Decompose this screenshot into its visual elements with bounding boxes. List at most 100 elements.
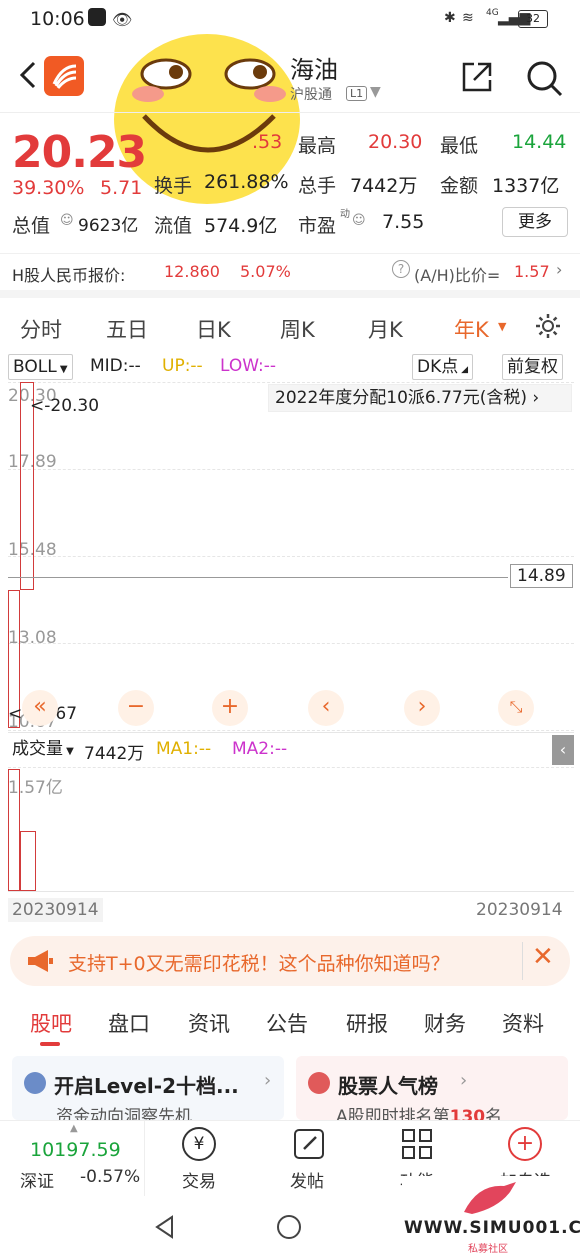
pe-info-icon: ☺ [352, 213, 366, 228]
grid-line [8, 556, 574, 557]
amount-label: 金额 [440, 175, 479, 197]
low-value: 14.44 [512, 131, 567, 153]
volume-chart[interactable]: 成交量 ▼ 7442万 MA1:-- MA2:-- ‹ 1.57亿 [8, 732, 574, 892]
dk-point-button[interactable]: DK点 ◢ [412, 354, 474, 380]
function-grid-icon[interactable] [400, 1127, 434, 1161]
zoom-out-icon[interactable]: − [118, 690, 154, 726]
h-share-row[interactable]: H股人民币报价: 12.860 5.07% ? (A/H)比价= 1.57 › [0, 253, 580, 291]
boll-low: LOW:-- [220, 356, 277, 376]
current-price: 20.23 [12, 127, 147, 178]
partial-value: .53 [252, 131, 283, 153]
share-icon[interactable] [460, 60, 494, 94]
popularity-title: 股票人气榜 [338, 1074, 438, 1098]
volume-value: 7442万 [350, 175, 418, 197]
chevron-right-icon: › [264, 1070, 272, 1091]
volume-label: 成交量 [12, 739, 63, 759]
status-time: 10:06 [30, 8, 85, 30]
pe-value: 7.55 [382, 211, 425, 233]
nav-home-icon[interactable] [276, 1214, 302, 1240]
help-icon[interactable]: ? [392, 260, 410, 278]
dividend-notice[interactable]: 2022年度分配10派6.77元(含税) › [268, 384, 572, 412]
trade-icon[interactable]: ¥ [182, 1127, 216, 1161]
settings-gear-icon[interactable] [534, 312, 562, 340]
change-amount: 5.71 [100, 177, 143, 199]
add-watchlist-icon[interactable]: + [508, 1127, 542, 1161]
float-label: 流值 [154, 215, 193, 237]
search-icon[interactable] [524, 58, 564, 98]
volume-value: 7442万 [84, 744, 145, 764]
chevron-down-icon[interactable]: ▼ [370, 84, 381, 100]
start-date: 20230914 [8, 898, 103, 922]
more-button[interactable]: 更多 [502, 207, 568, 237]
app-logo-icon [44, 56, 84, 96]
collapse-panel-icon[interactable]: ‹ [552, 735, 574, 765]
app-notification-icon [88, 8, 106, 26]
chevron-right-icon: › [460, 1070, 468, 1091]
info-smile-icon: ☺ [60, 213, 74, 228]
indicator-name: BOLL [13, 357, 57, 377]
volume-select[interactable]: 成交量 ▼ [8, 737, 78, 763]
float-value: 574.9亿 [204, 215, 278, 237]
adjust-button[interactable]: 前复权 [502, 354, 563, 380]
yearly-dropdown-icon[interactable]: ▼ [498, 320, 506, 333]
tab-intraday[interactable]: 分时 [20, 314, 62, 344]
trade-label[interactable]: 交易 [182, 1167, 216, 1192]
tab-daily-k[interactable]: 日K [196, 314, 231, 344]
zoom-in-icon[interactable]: + [212, 690, 248, 726]
mktcap-label: 总值 [12, 215, 51, 237]
index-value[interactable]: 10197.59 [30, 1139, 121, 1161]
tab-finance[interactable]: 财务 [424, 1008, 466, 1038]
chevron-right-icon: › [556, 260, 563, 279]
tab-announcements[interactable]: 公告 [266, 1008, 308, 1038]
tab-yearly-k[interactable]: 年K [454, 314, 489, 344]
active-tab-indicator [40, 1042, 60, 1046]
dividend-text: 2022年度分配10派6.77元(含税) [275, 388, 528, 408]
promo-banner[interactable]: 支持T+0又无需印花税！这个品种你知道吗？ ✕ [10, 936, 570, 986]
rewind-icon[interactable]: « [22, 690, 58, 726]
fullscreen-icon[interactable]: ⤡ [498, 690, 534, 726]
volume-bar [20, 831, 36, 891]
dk-point-label: DK点 [417, 357, 459, 377]
index-percent[interactable]: -0.57% [80, 1167, 140, 1187]
expand-up-icon[interactable]: ▲ [70, 1123, 78, 1134]
crosshair-line [8, 577, 508, 578]
popularity-card[interactable]: 股票人气榜 › A股即时排名第130名 [296, 1056, 568, 1127]
watermark-sub: 私募社区 [468, 1244, 508, 1255]
tab-profile[interactable]: 资料 [502, 1008, 544, 1038]
scroll-left-icon[interactable]: ‹ [308, 690, 344, 726]
megaphone-icon [28, 950, 53, 972]
quote-panel: 20.23 39.30% 5.71 .53 最高 20.30 最低 14.44 … [0, 112, 580, 290]
tab-orderbook[interactable]: 盘口 [108, 1008, 150, 1038]
tab-weekly-k[interactable]: 周K [280, 314, 315, 344]
wifi-icon: ≋ [462, 10, 474, 26]
bluetooth-icon: ✱ [444, 10, 456, 26]
nav-back-icon[interactable] [152, 1214, 178, 1240]
post-label[interactable]: 发帖 [290, 1167, 324, 1192]
ranking-icon [308, 1072, 330, 1094]
level2-card[interactable]: 开启Level-2十档... › 资金动向洞察先机 [12, 1056, 284, 1127]
tab-monthly-k[interactable]: 月K [368, 314, 403, 344]
scroll-right-icon[interactable]: › [404, 690, 440, 726]
ah-ratio-label: (A/H)比价= [414, 266, 501, 285]
turnover-value: 261.88% [204, 171, 289, 193]
high-label: 最高 [298, 135, 337, 157]
amount-value: 1337亿 [492, 175, 560, 197]
turnover-label: 换手 [154, 175, 193, 197]
boll-up: UP:-- [162, 356, 203, 376]
close-icon[interactable]: ✕ [532, 942, 554, 972]
index-name[interactable]: 深证 [20, 1167, 54, 1192]
battery-icon: 32 [518, 10, 548, 28]
high-marker: <-20.30 [30, 396, 100, 416]
level-badge[interactable]: L1 [346, 86, 368, 101]
indicator-select[interactable]: BOLL ▼ [8, 354, 73, 380]
grid-line [8, 382, 574, 383]
banner-divider [522, 942, 523, 980]
tab-research[interactable]: 研报 [346, 1008, 388, 1038]
tab-forum[interactable]: 股吧 [30, 1008, 72, 1038]
kline-chart[interactable]: 20.30 17.89 15.48 13.08 10.67 <-20.30 <-… [8, 382, 574, 732]
tab-news[interactable]: 资讯 [188, 1008, 230, 1038]
change-percent: 39.30% [12, 177, 85, 199]
back-arrow-icon[interactable] [14, 60, 42, 90]
tab-five-day[interactable]: 五日 [106, 314, 148, 344]
post-edit-icon[interactable] [292, 1127, 326, 1161]
